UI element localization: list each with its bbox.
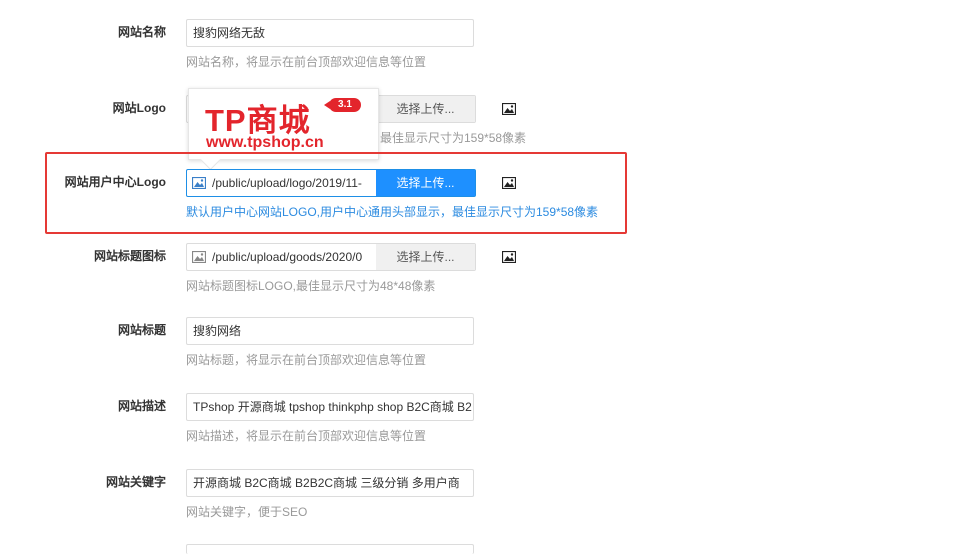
version-badge: 3.1 [324, 98, 361, 112]
site-name-input[interactable]: 搜豹网络无敌 [186, 19, 474, 47]
logo-preview-popup: TP商城 3.1 www.tpshop.cn [188, 88, 379, 160]
image-icon[interactable] [502, 177, 516, 189]
site-icon-path: /public/upload/goods/2020/0 [212, 250, 363, 264]
site-icon-hint: 网站标题图标LOGO,最佳显示尺寸为48*48像素 [186, 279, 436, 293]
image-icon[interactable] [502, 251, 516, 263]
site-title-label: 网站标题 [117, 323, 166, 337]
user-center-logo-path-field[interactable]: /public/upload/logo/2019/11- [187, 170, 376, 196]
site-keywords-label: 网站关键字 [105, 475, 166, 489]
site-logo-upload-button[interactable]: 选择上传... [376, 96, 475, 122]
site-icon-upload[interactable]: /public/upload/goods/2020/0 选择上传... [186, 243, 476, 271]
site-desc-hint: 网站描述，将显示在前台顶部欢迎信息等位置 [186, 429, 427, 443]
user-center-logo-hint: 默认用户中心网站LOGO,用户中心通用头部显示，最佳显示尺寸为159*58像素 [186, 205, 599, 219]
site-keywords-hint: 网站关键字，便于SEO [186, 505, 308, 519]
user-center-logo-path: /public/upload/logo/2019/11- [212, 176, 362, 190]
image-icon [192, 251, 206, 263]
site-desc-input[interactable]: TPshop 开源商城 tpshop thinkphp shop B2C商城 B… [186, 393, 474, 421]
image-icon [192, 177, 206, 189]
brand-url: www.tpshop.cn [206, 134, 324, 151]
site-logo-hint: 最佳显示尺寸为159*58像素 [380, 131, 527, 145]
site-icon-upload-button[interactable]: 选择上传... [376, 244, 475, 270]
user-center-logo-upload-button[interactable]: 选择上传... [376, 170, 475, 196]
site-icon-path-field[interactable]: /public/upload/goods/2020/0 [187, 244, 376, 270]
site-title-hint: 网站标题，将显示在前台顶部欢迎信息等位置 [186, 353, 427, 367]
site-name-hint: 网站名称，将显示在前台顶部欢迎信息等位置 [186, 55, 427, 69]
user-center-logo-label: 网站用户中心Logo [64, 175, 166, 189]
user-center-logo-upload[interactable]: /public/upload/logo/2019/11- 选择上传... [186, 169, 476, 197]
site-logo-label: 网站Logo [112, 101, 166, 115]
site-desc-label: 网站描述 [117, 399, 166, 413]
site-name-label: 网站名称 [117, 25, 166, 39]
site-icon-label: 网站标题图标 [93, 249, 166, 263]
site-keywords-input[interactable]: 开源商城 B2C商城 B2B2C商城 三级分销 多用户商 [186, 469, 474, 497]
site-title-input[interactable]: 搜豹网络 [186, 317, 474, 345]
image-icon[interactable] [502, 103, 516, 115]
